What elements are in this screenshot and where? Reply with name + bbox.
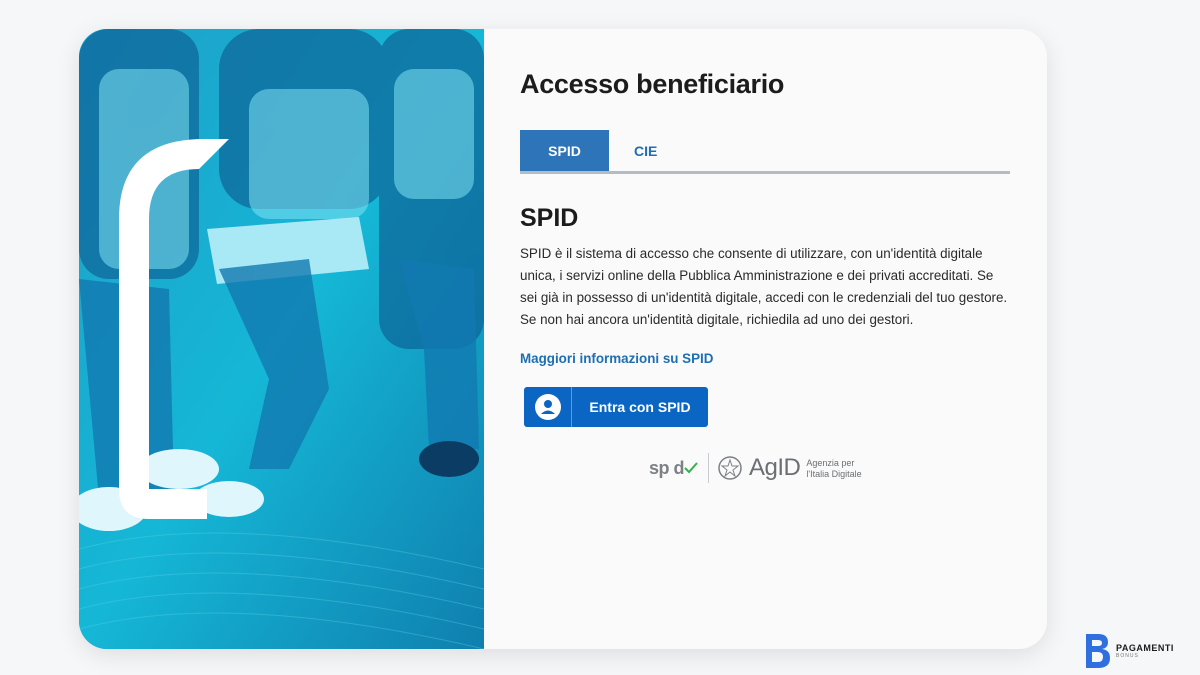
agid-subtitle: Agenzia per l'Italia Digitale xyxy=(806,458,862,479)
more-info-link[interactable]: Maggiori informazioni su SPID xyxy=(520,351,1011,366)
content-panel: Accesso beneficiario SPID CIE SPID SPID … xyxy=(484,29,1047,649)
brand-sub: BONUS xyxy=(1116,653,1139,659)
page-title: Accesso beneficiario xyxy=(520,69,785,99)
login-card: Accesso beneficiario SPID CIE SPID SPID … xyxy=(79,29,1047,649)
section-title: SPID xyxy=(520,204,579,232)
brand-logo-icon xyxy=(1086,634,1110,668)
spid-description: SPID è il sistema di accesso che consent… xyxy=(520,246,1008,327)
hero-image xyxy=(79,29,484,649)
tab-spid[interactable]: SPID xyxy=(520,130,609,171)
agid-logo-text: AgID xyxy=(749,454,801,481)
tab-cie[interactable]: CIE xyxy=(609,130,682,171)
brand-name: PAGAMENTI xyxy=(1116,643,1174,653)
spid-login-label: Entra con SPID xyxy=(589,399,691,415)
login-method-tabs: SPID CIE xyxy=(520,130,1010,174)
logo-divider xyxy=(708,453,710,483)
brand-watermark: PAGAMENTI BONUS xyxy=(1084,632,1174,670)
students-illustration xyxy=(79,29,484,649)
spid-login-button[interactable]: Entra con SPID xyxy=(524,387,708,427)
user-icon xyxy=(524,387,572,427)
republic-emblem-icon xyxy=(718,456,742,480)
check-icon xyxy=(684,462,698,474)
partner-logos: sp d AgID Agenzia per l'Italia Digitale xyxy=(649,453,862,483)
spid-logo: sp d xyxy=(649,458,698,479)
